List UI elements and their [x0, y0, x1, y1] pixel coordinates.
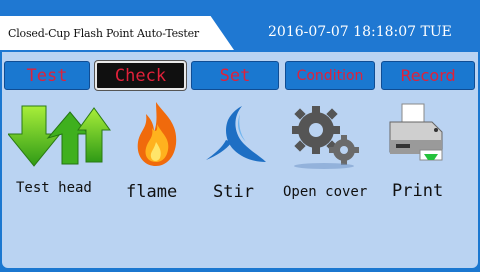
tab-record[interactable]: Record: [381, 61, 475, 90]
app-title: Closed-Cup Flash Point Auto-Tester: [8, 27, 199, 40]
stir-icon[interactable]: [204, 104, 268, 170]
tab-test[interactable]: Test: [4, 61, 90, 90]
gears-icon[interactable]: [290, 104, 362, 174]
control-label-open-cover: Open cover: [283, 184, 368, 200]
control-label-test-head: Test head: [16, 180, 92, 196]
flame-icon[interactable]: [134, 100, 180, 172]
screen: Closed-Cup Flash Point Auto-Tester 2016-…: [0, 0, 480, 272]
control-label-stir: Stir: [213, 182, 254, 202]
arrows-icon[interactable]: [6, 100, 112, 174]
tab-condition[interactable]: Condition: [285, 61, 375, 90]
tab-check[interactable]: Check: [95, 61, 186, 90]
control-label-print: Print: [392, 181, 444, 201]
datetime-display: 2016-07-07 18:18:07 TUE: [268, 24, 452, 40]
printer-icon[interactable]: [384, 102, 448, 170]
control-label-flame: flame: [126, 182, 178, 202]
tab-set[interactable]: Set: [191, 61, 279, 90]
